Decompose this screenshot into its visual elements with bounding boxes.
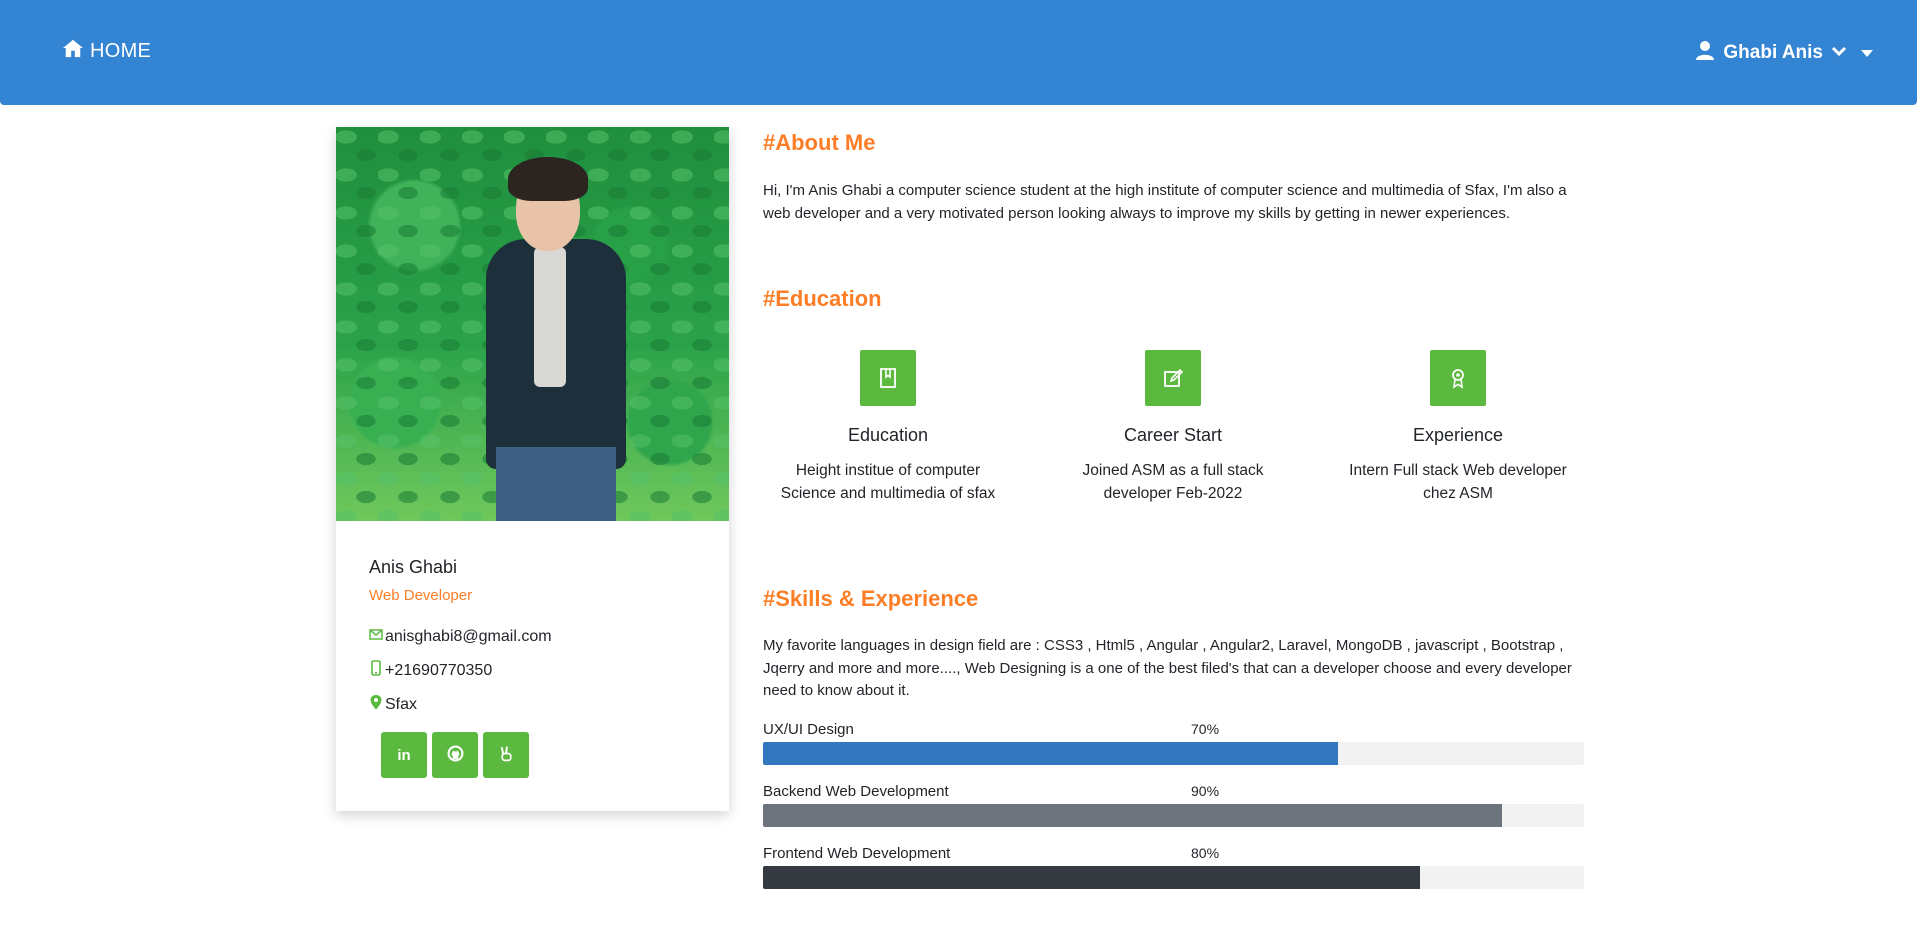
home-icon	[62, 38, 84, 64]
skill-progress-fill	[763, 742, 1338, 765]
user-icon	[1695, 40, 1715, 66]
education-item-career-start: Career Start Joined ASM as a full stack …	[1053, 350, 1293, 505]
location-text: Sfax	[385, 695, 418, 713]
profile-photo	[336, 127, 729, 521]
home-link-label: HOME	[90, 39, 152, 62]
home-link[interactable]: HOME	[62, 38, 151, 64]
skill-label: UX/UI Design	[763, 721, 854, 738]
skill-label: Backend Web Development	[763, 783, 949, 800]
peace-hand-icon	[498, 745, 515, 766]
about-title: #About Me	[763, 130, 876, 155]
skill-progress-bar	[763, 742, 1584, 765]
skill-progress-fill	[763, 804, 1502, 827]
social-links: in	[381, 732, 529, 778]
profile-name: Anis Ghabi	[369, 557, 458, 577]
education-item-experience: Experience Intern Full stack Web develop…	[1338, 350, 1578, 505]
contact-email: anisghabi8@gmail.com	[369, 626, 552, 647]
phone-text: +21690770350	[385, 661, 493, 679]
email-text: anisghabi8@gmail.com	[385, 627, 552, 645]
linkedin-button[interactable]: in	[381, 732, 427, 778]
envelope-icon	[369, 626, 383, 647]
education-item-text: Joined ASM as a full stack developer Feb…	[1082, 462, 1264, 502]
education-item-title: Career Start	[1123, 425, 1223, 445]
phone-icon	[369, 660, 383, 681]
education-item-text: Intern Full stack Web developer chez ASM	[1349, 462, 1567, 502]
skill-progress-fill	[763, 866, 1420, 889]
skill-percent: 70%	[1191, 721, 1220, 737]
skill-percent: 90%	[1191, 783, 1220, 799]
about-text: Hi, I'm Anis Ghabi a computer science st…	[763, 182, 1567, 222]
user-menu-toggle[interactable]: Ghabi Anis	[1695, 40, 1873, 66]
profile-card: Anis Ghabi Web Developer anisghabi8@gmai…	[336, 127, 729, 811]
profile-role: Web Developer	[369, 587, 473, 604]
award-icon	[1430, 350, 1486, 406]
edit-icon	[1145, 350, 1201, 406]
skill-progress-bar	[763, 866, 1584, 889]
education-item-title: Education	[847, 425, 929, 445]
education-item-education: Education Height institue of computer Sc…	[768, 350, 1008, 505]
github-button[interactable]	[432, 732, 478, 778]
skill-percent: 80%	[1191, 845, 1220, 861]
chevron-down-icon	[1831, 42, 1847, 64]
education-title: #Education	[763, 286, 882, 311]
contact-location: Sfax	[369, 694, 417, 715]
peace-button[interactable]	[483, 732, 529, 778]
education-item-title: Experience	[1412, 425, 1504, 445]
book-icon	[860, 350, 916, 406]
skills-title: #Skills & Experience	[763, 586, 979, 611]
top-navbar: HOME Ghabi Anis	[0, 0, 1917, 105]
skill-progress-bar	[763, 804, 1584, 827]
linkedin-icon: in	[397, 746, 411, 764]
education-item-text: Height institue of computer Science and …	[780, 462, 996, 502]
skills-text: My favorite languages in design field ar…	[763, 637, 1572, 699]
dropdown-caret-icon	[1861, 49, 1873, 57]
github-icon	[447, 745, 464, 766]
skill-label: Frontend Web Development	[763, 845, 951, 862]
user-name: Ghabi Anis	[1723, 42, 1823, 63]
contact-phone: +21690770350	[369, 660, 492, 681]
map-marker-icon	[369, 694, 383, 715]
